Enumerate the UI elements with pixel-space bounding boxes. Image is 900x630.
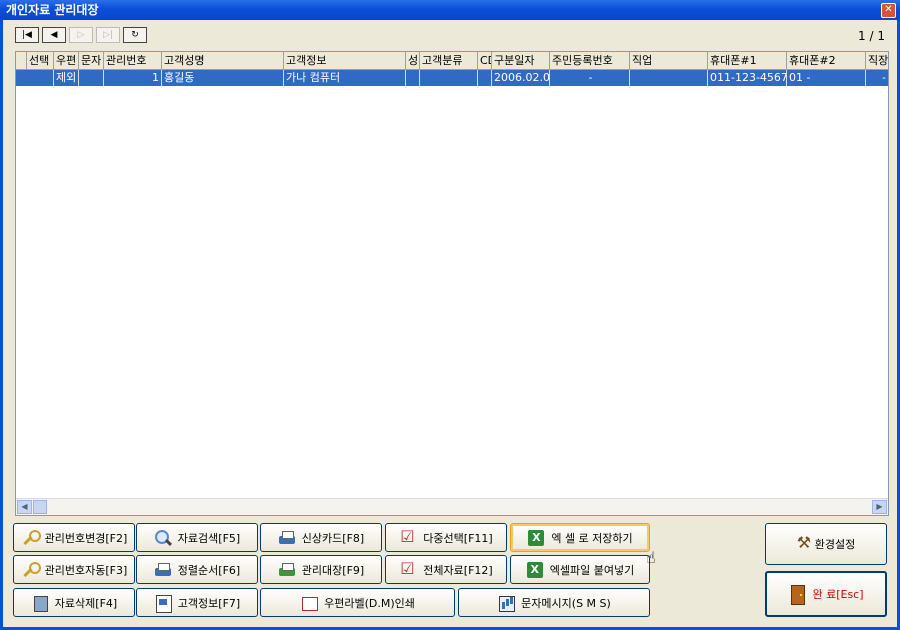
button-label: 엑 셀 로 저장하기 xyxy=(551,531,633,545)
excel-save-button[interactable]: 엑 셀 로 저장하기 xyxy=(510,523,650,552)
col-header[interactable]: 직업 xyxy=(630,52,708,69)
customer-grid[interactable]: 선택 우편 문자 관리번호 고객성명 고객정보 성 고객분류 CD 구분일자 주… xyxy=(15,51,889,516)
button-label: 우편라벨(D.M)인쇄 xyxy=(324,596,415,610)
button-label: 문자메시지(S M S) xyxy=(521,596,611,610)
button-label: 신상카드[F8] xyxy=(301,531,365,545)
tools-icon xyxy=(797,533,815,553)
sort-order-button[interactable]: 정렬순서[F6] xyxy=(136,555,258,584)
app-window: 개인자료 관리대장 ✕ |◀ ◀ ▷ ▷| ↻ 1 / 1 선택 우편 문자 관… xyxy=(0,0,900,630)
cell-resident-no[interactable]: - xyxy=(550,70,630,86)
button-label: 자료검색[F5] xyxy=(177,531,241,545)
col-header[interactable]: 문자 xyxy=(79,52,104,69)
button-label: 다중선택[F11] xyxy=(423,531,493,545)
key-icon xyxy=(21,529,41,547)
button-label: 관리대장[F9] xyxy=(301,563,365,577)
col-header[interactable]: 성 xyxy=(406,52,420,69)
close-icon[interactable]: ✕ xyxy=(881,3,896,18)
button-label: 고객정보[F7] xyxy=(177,596,241,610)
cell-date[interactable]: 2006.02.03 xyxy=(492,70,550,86)
col-header[interactable]: CD xyxy=(478,52,492,69)
col-header[interactable]: 고객정보 xyxy=(284,52,406,69)
cell-job[interactable] xyxy=(630,70,708,86)
delete-data-button[interactable]: 자료삭제[F4] xyxy=(13,588,135,617)
label-print-button[interactable]: 우편라벨(D.M)인쇄 xyxy=(260,588,455,617)
cell-name[interactable]: 홍길동 xyxy=(162,70,284,86)
all-data-button[interactable]: 전체자료[F12] xyxy=(385,555,507,584)
horizontal-scrollbar[interactable]: ◀ ▶ xyxy=(16,498,888,515)
excel-icon xyxy=(526,561,544,579)
cell-select[interactable] xyxy=(27,70,54,86)
search-button[interactable]: 자료검색[F5] xyxy=(136,523,258,552)
col-header[interactable]: 휴대폰#1 xyxy=(708,52,787,69)
sort-icon xyxy=(154,561,172,579)
grid-header: 선택 우편 문자 관리번호 고객성명 고객정보 성 고객분류 CD 구분일자 주… xyxy=(16,52,888,70)
header-indicator xyxy=(16,52,27,69)
cell-category[interactable] xyxy=(420,70,478,86)
customer-info-button[interactable]: 고객정보[F7] xyxy=(136,588,258,617)
excel-icon xyxy=(527,529,545,547)
cell-sms[interactable] xyxy=(79,70,104,86)
button-label: 엑셀파일 붙여넣기 xyxy=(549,563,635,577)
col-header[interactable]: 구분일자 xyxy=(492,52,550,69)
col-header[interactable]: 우편 xyxy=(54,52,79,69)
col-header[interactable]: 고객성명 xyxy=(162,52,284,69)
multi-select-button[interactable]: 다중선택[F11] xyxy=(385,523,507,552)
col-header[interactable]: 관리번호 xyxy=(104,52,162,69)
cell-mgmt-no[interactable]: 1 xyxy=(104,70,162,86)
cell-work[interactable]: - xyxy=(866,70,888,86)
button-label: 완 료[Esc] xyxy=(812,588,864,601)
cell-gender[interactable] xyxy=(406,70,420,86)
button-label: 환경설정 xyxy=(814,538,856,551)
col-header[interactable]: 휴대폰#2 xyxy=(787,52,866,69)
scroll-left-icon[interactable]: ◀ xyxy=(17,500,32,514)
ledger-button[interactable]: 관리대장[F9] xyxy=(260,555,382,584)
scroll-right-icon[interactable]: ▶ xyxy=(872,500,887,514)
prev-record-button[interactable]: ◀ xyxy=(42,27,66,43)
cell-mobile2[interactable]: 01 - xyxy=(787,70,866,86)
settings-button[interactable]: 환경설정 xyxy=(765,523,887,565)
table-row[interactable]: 제외 1 홍길동 가나 컴퓨터 2006.02.03 - 011-123-456… xyxy=(16,70,888,86)
col-header[interactable]: 직장 xyxy=(866,52,888,69)
title-bar: 개인자료 관리대장 ✕ xyxy=(0,0,900,20)
message-icon xyxy=(497,594,516,612)
cell-info[interactable]: 가나 컴퓨터 xyxy=(284,70,406,86)
next-record-button[interactable]: ▷ xyxy=(69,27,93,43)
exit-door-icon xyxy=(788,585,806,605)
envelope-icon xyxy=(300,594,319,612)
col-header[interactable]: 고객분류 xyxy=(420,52,478,69)
excel-paste-button[interactable]: 엑셀파일 붙여넣기 xyxy=(510,555,650,584)
col-header[interactable]: 선택 xyxy=(27,52,54,69)
page-count: 1 / 1 xyxy=(858,29,885,43)
button-label: 자료삭제[F4] xyxy=(54,596,118,610)
refresh-button[interactable]: ↻ xyxy=(123,27,147,43)
profile-card-button[interactable]: 신상카드[F8] xyxy=(260,523,382,552)
button-label: 관리번호자동[F3] xyxy=(44,563,128,577)
document-icon xyxy=(154,594,172,613)
done-button[interactable]: 완 료[Esc] xyxy=(765,571,887,617)
cell-post[interactable]: 제외 xyxy=(54,70,79,86)
scroll-thumb[interactable] xyxy=(33,500,47,514)
sms-button[interactable]: 문자메시지(S M S) xyxy=(458,588,650,617)
checklist-icon xyxy=(399,527,417,547)
window-title: 개인자료 관리대장 xyxy=(6,3,99,17)
search-icon xyxy=(154,529,172,547)
button-label: 전체자료[F12] xyxy=(423,563,493,577)
button-label: 정렬순서[F6] xyxy=(177,563,241,577)
delete-icon xyxy=(31,594,49,612)
hand-cursor-icon: ☝ xyxy=(646,548,656,567)
first-record-button[interactable]: |◀ xyxy=(15,27,39,43)
printer-icon xyxy=(278,529,296,547)
cell-cd[interactable] xyxy=(478,70,492,86)
cell-mobile1[interactable]: 011-123-4567 xyxy=(708,70,787,86)
printer-icon xyxy=(278,561,296,579)
last-record-button[interactable]: ▷| xyxy=(96,27,120,43)
mgmt-number-auto-button[interactable]: 관리번호자동[F3] xyxy=(13,555,135,584)
key-icon xyxy=(21,561,41,579)
checklist-icon xyxy=(399,559,417,579)
button-label: 관리번호변경[F2] xyxy=(44,531,128,545)
col-header[interactable]: 주민등록번호 xyxy=(550,52,630,69)
mgmt-number-change-button[interactable]: 관리번호변경[F2] xyxy=(13,523,135,552)
